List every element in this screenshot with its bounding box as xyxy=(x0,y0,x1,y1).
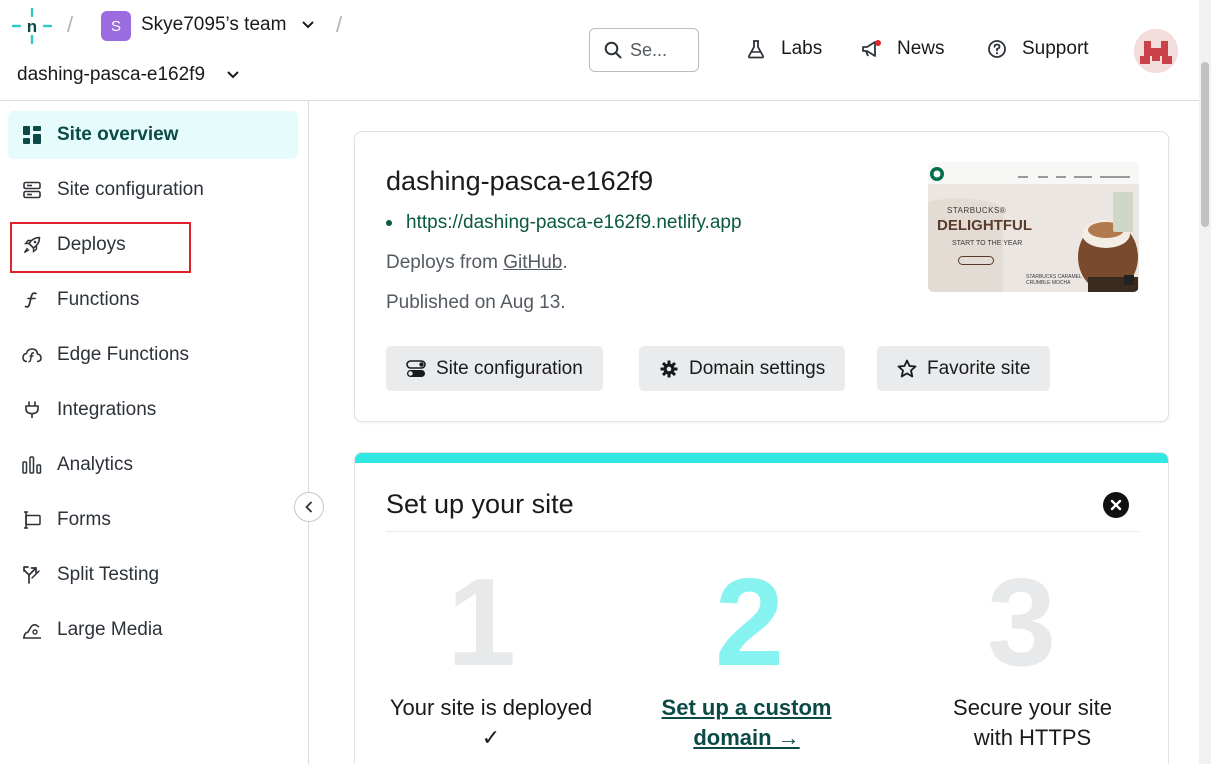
search-input[interactable]: Se... xyxy=(589,28,699,72)
step-2-line2[interactable]: domain → xyxy=(634,723,859,753)
sidebar-item-label: Split Testing xyxy=(57,564,160,585)
megaphone-icon xyxy=(861,38,883,60)
top-header: n / S Skye7095’s team / dashing-pasca-e1… xyxy=(0,0,1199,101)
deploy-source: Deploys from GitHub. xyxy=(386,252,568,274)
step-3-label: Secure your site with HTTPS xyxy=(915,693,1150,753)
sidebar-item-label: Site configuration xyxy=(57,179,204,200)
user-avatar[interactable] xyxy=(1134,29,1178,73)
labs-label: Labs xyxy=(781,38,823,59)
sidebar-item-analytics[interactable]: Analytics xyxy=(8,441,298,489)
sidebar-item-functions[interactable]: Functions xyxy=(8,276,298,324)
server-icon xyxy=(22,180,42,200)
sidebar-item-label: Analytics xyxy=(57,454,134,475)
status-dot-icon xyxy=(386,220,392,226)
sidebar: Site overview Site configuration Deploys… xyxy=(0,101,309,764)
help-circle-icon xyxy=(986,38,1008,60)
netlify-logo-icon[interactable]: n xyxy=(12,7,52,45)
team-switcher[interactable]: Skye7095’s team xyxy=(141,14,286,36)
step-1-line2: ✓ xyxy=(481,725,501,750)
thumbnail-brand: STARBUCKS® xyxy=(947,206,1007,215)
search-placeholder: Se... xyxy=(630,39,668,60)
favorite-site-button[interactable]: Favorite site xyxy=(877,346,1051,391)
team-avatar[interactable]: S xyxy=(101,11,131,41)
deploys-from-suffix: . xyxy=(562,252,568,273)
breadcrumb-separator: / xyxy=(67,12,74,37)
bar-chart-icon xyxy=(22,455,42,475)
sidebar-item-integrations[interactable]: Integrations xyxy=(8,386,298,434)
site-url-text[interactable]: https://dashing-pasca-e162f9.netlify.app xyxy=(406,212,742,234)
chevron-left-icon xyxy=(305,501,312,513)
published-date: Published on Aug 13. xyxy=(386,292,566,313)
media-icon xyxy=(22,620,42,640)
thumbnail-product: STARBUCKS CARAMEL CRUMBLE MOCHA xyxy=(1026,274,1082,286)
setup-title: Set up your site xyxy=(386,489,574,519)
custom-domain-link[interactable]: Set up a custom domain → xyxy=(634,693,859,753)
setup-site-card: Set up your site 1 Your site is deployed… xyxy=(354,452,1169,764)
collapse-sidebar-button[interactable] xyxy=(294,492,324,522)
news-label: News xyxy=(897,38,945,59)
labs-link[interactable]: Labs xyxy=(745,38,822,60)
edge-function-icon xyxy=(22,345,42,365)
gear-icon xyxy=(659,359,679,379)
step-1-number: 1 xyxy=(447,554,516,692)
sidebar-item-label: Integrations xyxy=(57,399,157,420)
deploys-from-prefix: Deploys from xyxy=(386,252,504,273)
sidebar-item-site-configuration[interactable]: Site configuration xyxy=(8,166,298,214)
sidebar-item-label: Edge Functions xyxy=(57,344,190,365)
thumbnail-subline: START TO THE YEAR xyxy=(952,240,1023,247)
grid-icon xyxy=(22,125,42,145)
site-title: dashing-pasca-e162f9 xyxy=(386,166,654,196)
form-icon xyxy=(22,510,42,530)
sidebar-item-site-overview[interactable]: Site overview xyxy=(8,111,298,159)
thumbnail-headline: DELIGHTFUL xyxy=(937,217,1032,234)
sidebar-item-forms[interactable]: Forms xyxy=(8,496,298,544)
search-icon xyxy=(604,41,622,59)
sidebar-item-edge-functions[interactable]: Edge Functions xyxy=(8,331,298,379)
star-icon xyxy=(897,359,917,379)
chevron-down-icon[interactable] xyxy=(227,71,239,79)
plug-icon xyxy=(22,400,42,420)
sidebar-item-label: Large Media xyxy=(57,619,163,640)
sidebar-item-large-media[interactable]: Large Media xyxy=(8,606,298,654)
flask-icon xyxy=(745,38,767,60)
thumbnail-cta-button xyxy=(958,256,994,265)
deploys-highlight-annotation xyxy=(10,222,191,273)
button-label: Site configuration xyxy=(436,357,583,379)
button-label: Domain settings xyxy=(689,357,826,379)
function-icon xyxy=(22,290,42,310)
toggle-icon xyxy=(406,359,426,379)
divider xyxy=(386,531,1139,532)
domain-settings-button[interactable]: Domain settings xyxy=(639,346,846,391)
close-icon[interactable] xyxy=(1103,492,1129,518)
step-3-number: 3 xyxy=(987,554,1056,692)
accent-bar xyxy=(355,453,1168,463)
site-overview-card: dashing-pasca-e162f9 https://dashing-pas… xyxy=(354,131,1169,422)
breadcrumb-separator: / xyxy=(336,12,343,37)
step-3-line1: Secure your site xyxy=(953,695,1112,720)
news-link[interactable]: News xyxy=(861,38,945,60)
scrollbar-thumb[interactable] xyxy=(1201,62,1209,227)
sidebar-item-split-testing[interactable]: Split Testing xyxy=(8,551,298,599)
step-3-line2: with HTTPS xyxy=(973,725,1092,750)
avatar-pattern-icon xyxy=(1134,29,1178,73)
step-1-label: Your site is deployed ✓ xyxy=(376,693,606,753)
svg-text:n: n xyxy=(27,17,37,36)
button-label: Favorite site xyxy=(927,357,1031,379)
sidebar-item-label: Forms xyxy=(57,509,111,530)
step-2-line1[interactable]: Set up a custom xyxy=(634,693,859,723)
site-configuration-button[interactable]: Site configuration xyxy=(386,346,603,391)
site-switcher[interactable]: dashing-pasca-e162f9 xyxy=(17,64,205,86)
support-label: Support xyxy=(1022,38,1089,59)
site-preview-thumbnail[interactable]: STARBUCKS® DELIGHTFUL START TO THE YEAR … xyxy=(928,162,1139,292)
site-url-link[interactable]: https://dashing-pasca-e162f9.netlify.app xyxy=(386,212,742,234)
split-icon xyxy=(22,565,42,585)
chevron-down-icon[interactable] xyxy=(302,21,314,29)
step-1-line1: Your site is deployed xyxy=(389,695,593,720)
sidebar-item-label: Site overview xyxy=(57,124,179,145)
github-link[interactable]: GitHub xyxy=(503,252,562,273)
step-2-number: 2 xyxy=(715,554,784,692)
support-link[interactable]: Support xyxy=(986,38,1089,60)
sidebar-item-label: Functions xyxy=(57,289,140,310)
